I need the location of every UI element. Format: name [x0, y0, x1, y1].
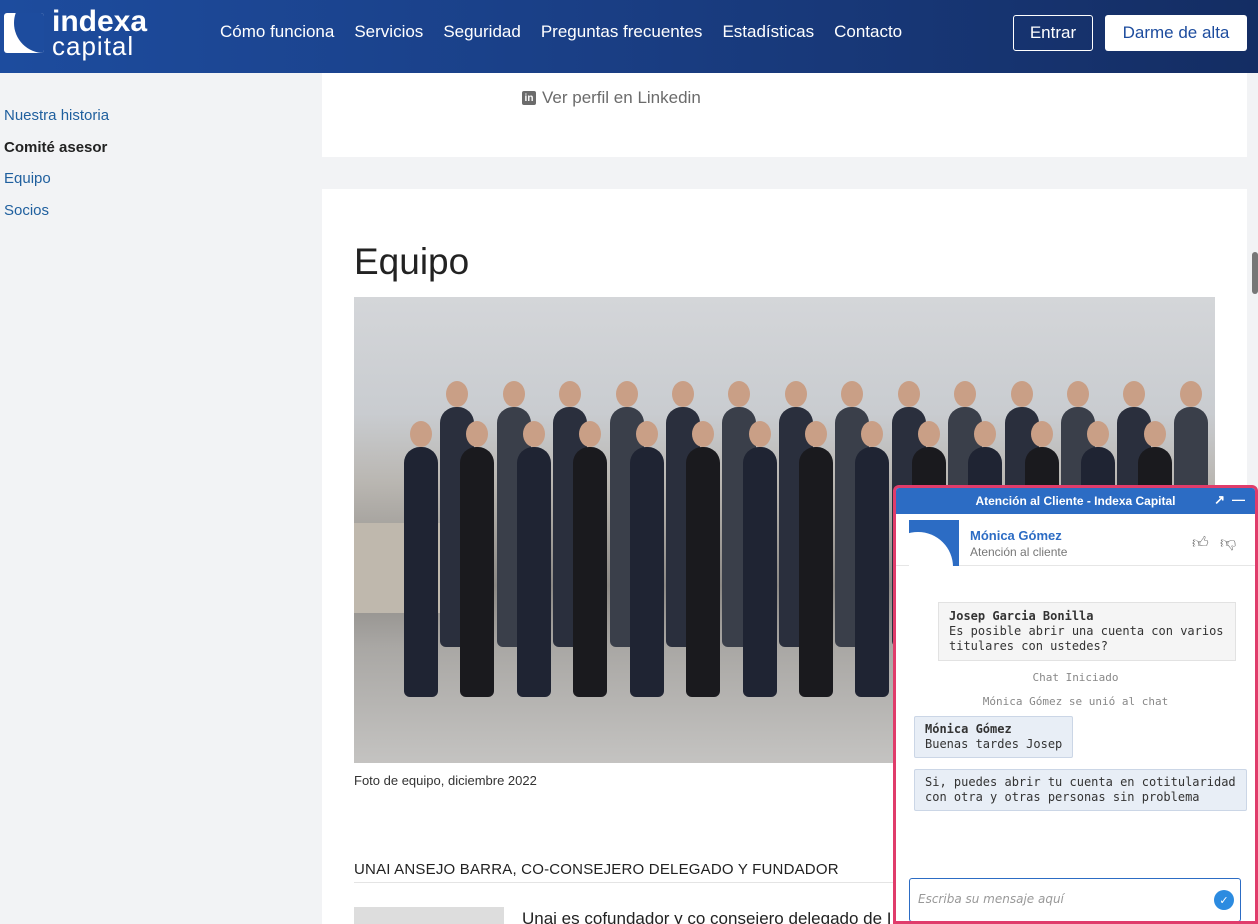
nav-seguridad[interactable]: Seguridad: [443, 22, 521, 42]
photo-person-head: [1030, 421, 1053, 447]
photo-person-head: [784, 381, 807, 407]
expand-icon[interactable]: ↗: [1214, 492, 1225, 508]
photo-person-head: [1123, 381, 1146, 407]
advisor-card: in Ver perfil en Linkedin: [322, 73, 1247, 157]
nav-servicios[interactable]: Servicios: [354, 22, 423, 42]
user-message-author: Josep Garcia Bonilla: [949, 609, 1094, 623]
chat-titlebar: Atención al Cliente - Indexa Capital ↗ —: [896, 488, 1255, 514]
signup-button[interactable]: Darme de alta: [1105, 15, 1247, 51]
agent-name: Mónica Gómez: [970, 528, 1062, 543]
photo-person-head: [917, 421, 940, 447]
photo-person-head: [522, 421, 545, 447]
photo-person-head: [579, 421, 602, 447]
sidebar-item-nuestra-historia[interactable]: Nuestra historia: [4, 107, 109, 139]
photo-person-head: [861, 421, 884, 447]
photo-person-head: [446, 381, 469, 407]
user-message-text: Es posible abrir una cuenta con varios: [949, 624, 1224, 638]
photo-person-head: [805, 421, 827, 447]
sidebar-item-comite-asesor[interactable]: Comité asesor: [4, 139, 109, 171]
user-message-text: titulares con ustedes?: [949, 639, 1108, 653]
linkedin-link-label: Ver perfil en Linkedin: [542, 88, 701, 107]
photo-person: [855, 447, 890, 697]
nav-estadisticas[interactable]: Estadísticas: [722, 22, 814, 42]
photo-person-head: [635, 421, 658, 447]
agent-message: Si, puedes abrir tu cuenta en cotitulari…: [914, 769, 1247, 811]
main-nav: Cómo funciona Servicios Seguridad Pregun…: [220, 22, 902, 42]
chat-agent-header: Mónica Gómez Atención al cliente 👍︎ 👎︎: [896, 514, 1255, 566]
photo-person: [742, 447, 777, 697]
photo-person-head: [410, 421, 432, 447]
thumbs-down-icon[interactable]: 👎︎: [1220, 534, 1236, 553]
photo-person: [799, 447, 833, 697]
photo-person-head: [671, 381, 694, 407]
photo-person: [516, 447, 551, 697]
photo-person-head: [841, 381, 864, 407]
photo-person-head: [466, 421, 489, 447]
photo-person: [573, 447, 608, 697]
sidebar-item-equipo[interactable]: Equipo: [4, 170, 109, 202]
photo-person-head: [1179, 381, 1202, 407]
section-sidebar: Nuestra historia Comité asesor Equipo So…: [4, 107, 109, 233]
chat-message-input[interactable]: [910, 879, 1200, 919]
linkedin-icon: in: [522, 91, 536, 105]
photo-person-head: [897, 381, 920, 407]
agent-avatar: [909, 520, 959, 566]
chat-title: Atención al Cliente - Indexa Capital: [975, 494, 1176, 508]
member-heading: UNAI ANSEJO BARRA, CO-CONSEJERO DELEGADO…: [354, 861, 839, 878]
nav-como-funciona[interactable]: Cómo funciona: [220, 22, 334, 42]
system-message: Chat Iniciado: [1032, 671, 1119, 684]
agent-message-author: Mónica Gómez: [925, 722, 1012, 736]
photo-person-head: [1010, 381, 1033, 407]
login-button[interactable]: Entrar: [1013, 15, 1093, 51]
photo-person-head: [728, 381, 751, 407]
agent-message: Mónica Gómez Buenas tardes Josep: [914, 716, 1074, 758]
minimize-icon[interactable]: —: [1232, 492, 1245, 507]
agent-message-text: Buenas tardes Josep: [925, 737, 1063, 751]
agent-role: Atención al cliente: [970, 545, 1068, 559]
site-header: indexa capital Cómo funciona Servicios S…: [0, 0, 1258, 73]
member-bio: Unai es cofundador y co consejero delega…: [522, 909, 892, 924]
photo-person: [686, 447, 721, 697]
photo-person-head: [1143, 421, 1166, 447]
agent-message-text: Si, puedes abrir tu cuenta en cotitulari…: [925, 775, 1236, 789]
member-portrait: [354, 907, 504, 924]
photo-caption: Foto de equipo, diciembre 2022: [354, 773, 537, 788]
photo-person-head: [692, 421, 715, 447]
indexa-logo[interactable]: indexa capital: [4, 7, 147, 61]
photo-person: [404, 447, 438, 697]
photo-person-head: [748, 421, 771, 447]
photo-person-head: [954, 381, 977, 407]
nav-contacto[interactable]: Contacto: [834, 22, 902, 42]
logo-text-line2: capital: [52, 31, 135, 61]
page-scrollbar[interactable]: [1252, 252, 1258, 294]
send-check-icon[interactable]: ✓: [1214, 890, 1234, 910]
agent-message-text: con otra y otras personas sin problema: [925, 790, 1200, 804]
photo-person-head: [974, 421, 997, 447]
section-title: Equipo: [354, 241, 470, 282]
logo-mark-icon: [4, 13, 44, 54]
photo-person: [629, 447, 664, 697]
thumbs-up-icon[interactable]: 👍︎: [1192, 534, 1209, 553]
chat-input-box: ✓: [909, 878, 1241, 921]
nav-preguntas-frecuentes[interactable]: Preguntas frecuentes: [541, 22, 703, 42]
photo-person-head: [1066, 381, 1089, 407]
user-message: Josep Garcia Bonilla Es posible abrir un…: [938, 602, 1236, 661]
photo-person-head: [559, 381, 582, 407]
photo-person-head: [502, 381, 525, 407]
sidebar-item-socios[interactable]: Socios: [4, 202, 109, 234]
system-message: Mónica Gómez se unió al chat: [982, 695, 1169, 708]
linkedin-link[interactable]: in Ver perfil en Linkedin: [522, 88, 701, 108]
photo-person-head: [1087, 421, 1110, 447]
photo-person-head: [615, 381, 638, 407]
chat-widget: Atención al Cliente - Indexa Capital ↗ —…: [893, 485, 1258, 924]
photo-person: [460, 447, 495, 697]
